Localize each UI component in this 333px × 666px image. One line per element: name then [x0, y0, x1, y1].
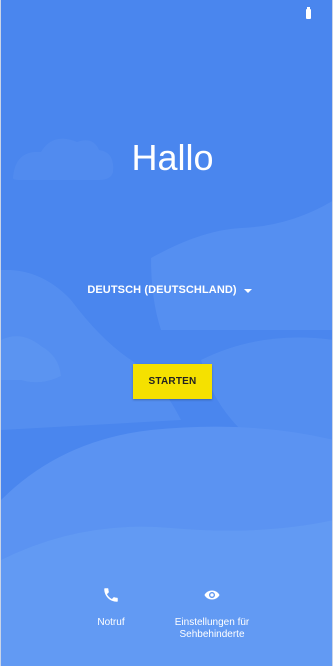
vision-settings-label-line2: Sehbehinderte	[179, 629, 245, 640]
dropdown-arrow-icon	[243, 288, 252, 293]
start-button[interactable]: STARTEN	[133, 364, 212, 399]
greeting-title: Hallo	[131, 137, 214, 178]
status-bar	[1, 0, 332, 24]
emergency-call-label: Notruf	[97, 617, 125, 628]
eye-icon	[204, 590, 220, 600]
language-dropdown[interactable]: DEUTSCH (DEUTSCHLAND)	[1, 284, 332, 296]
background-illustration	[1, 0, 332, 666]
vision-settings-button[interactable]: Einstellungen für Sehbehinderte	[159, 586, 265, 641]
emergency-call-button[interactable]: Notruf	[81, 586, 141, 629]
vision-settings-label-line1: Einstellungen für	[174, 617, 250, 628]
battery-icon	[306, 7, 311, 19]
language-label: DEUTSCH (DEUTSCHLAND)	[87, 284, 237, 296]
phone-icon	[104, 588, 118, 602]
setup-welcome-screen: Hallo DEUTSCH (DEUTSCHLAND) STARTEN Notr…	[0, 0, 333, 666]
